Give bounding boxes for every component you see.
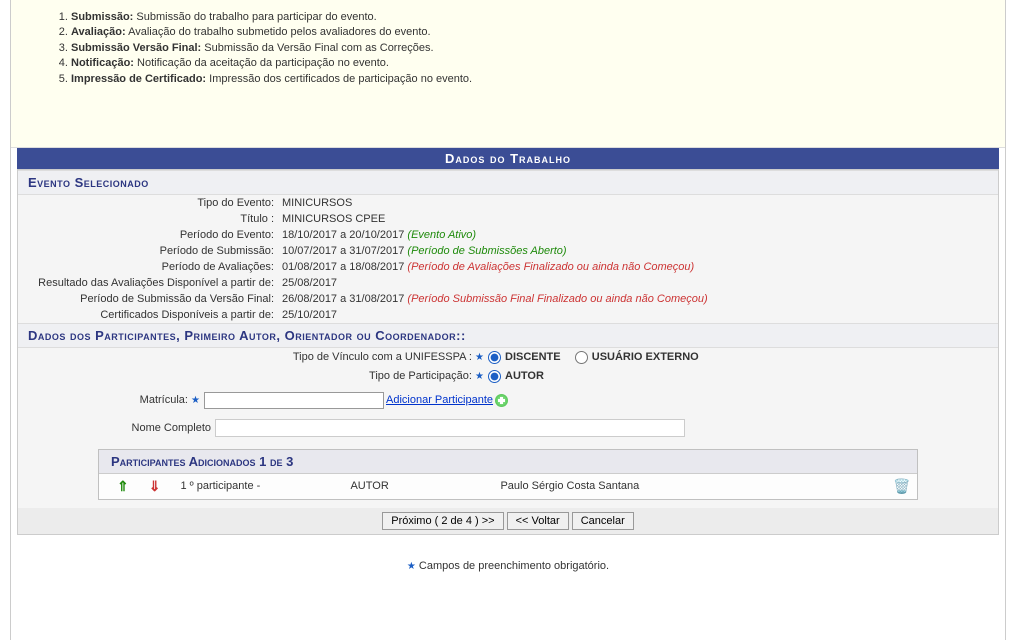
radio-label: DISCENTE [505, 351, 561, 363]
value: 25/08/2017 [278, 275, 998, 291]
evento-table: Tipo do Evento:MINICURSOS Título :MINICU… [18, 195, 998, 323]
value: 01/08/2017 a 18/08/2017 [282, 261, 404, 273]
label: Nome Completo [18, 422, 215, 434]
label: Resultado das Avaliações Disponível a pa… [18, 275, 278, 291]
steps-list: Submissão: Submissão do trabalho para pa… [71, 10, 975, 87]
label: Período de Avaliações: [18, 259, 278, 275]
next-button[interactable]: Próximo ( 2 de 4 ) >> [382, 512, 503, 530]
participant-name: Paulo Sérgio Costa Santana [500, 480, 893, 492]
radio-label: USUÁRIO EXTERNO [592, 351, 699, 363]
label: Tipo de Participação: [369, 370, 472, 382]
footer-note: ★ Campos de preenchimento obrigatório. [17, 560, 999, 572]
move-up-icon[interactable]: ⇑ [107, 478, 139, 495]
move-down-icon[interactable]: ⇓ [139, 478, 171, 495]
label: Título : [18, 211, 278, 227]
value: 25/10/2017 [278, 307, 998, 323]
back-button[interactable]: << Voltar [507, 512, 569, 530]
label: Período do Evento: [18, 227, 278, 243]
evento-header: Evento Selecionado [18, 170, 998, 195]
label: Tipo de Vínculo com a UNIFESSPA : [293, 351, 472, 363]
required-star: ★ [407, 561, 416, 572]
label: Matrícula: [140, 394, 188, 406]
required-star: ★ [475, 371, 484, 382]
matricula-input[interactable] [204, 392, 384, 409]
status-text: (Período de Submissões Aberto) [407, 245, 566, 257]
label: Certificados Disponíveis a partir de: [18, 307, 278, 323]
value: MINICURSOS CPEE [278, 211, 998, 227]
instructions-box: Submissão: Submissão do trabalho para pa… [11, 0, 1005, 148]
list-item: Avaliação: Avaliação do trabalho submeti… [71, 25, 975, 40]
button-bar: Próximo ( 2 de 4 ) >> << Voltar Cancelar [18, 508, 998, 534]
label: Tipo do Evento: [18, 195, 278, 211]
list-item: Submissão Versão Final: Submissão da Ver… [71, 41, 975, 56]
required-star: ★ [191, 395, 200, 406]
cancel-button[interactable]: Cancelar [572, 512, 634, 530]
radio-externo[interactable] [575, 351, 588, 364]
value: 18/10/2017 a 20/10/2017 [282, 229, 404, 241]
radio-autor[interactable] [488, 370, 501, 383]
trash-icon[interactable]: 🗑️ [893, 478, 909, 494]
participant-role: AUTOR [350, 480, 500, 492]
value: 10/07/2017 a 31/07/2017 [282, 245, 404, 257]
add-participant-link[interactable]: Adicionar Participante [384, 394, 508, 407]
value: MINICURSOS [278, 195, 998, 211]
radio-label: AUTOR [505, 370, 544, 382]
label: Período de Submissão da Versão Final: [18, 291, 278, 307]
status-text: (Período de Avaliações Finalizado ou ain… [407, 261, 694, 273]
required-star: ★ [475, 352, 484, 363]
added-participants-header: Participantes Adicionados 1 de 3 [99, 450, 917, 474]
participants-section-header: Dados dos Participantes, Primeiro Autor,… [18, 323, 998, 348]
page-title: Dados do Trabalho [17, 148, 999, 169]
list-item: Notificação: Notificação da aceitação da… [71, 56, 975, 71]
add-icon [495, 394, 508, 407]
nome-input[interactable] [215, 419, 685, 437]
participant-index: 1 º participante - [170, 480, 350, 492]
list-item: Impressão de Certificado: Impressão dos … [71, 72, 975, 87]
status-text: (Evento Ativo) [407, 229, 476, 241]
value: 26/08/2017 a 31/08/2017 [282, 293, 404, 305]
label: Período de Submissão: [18, 243, 278, 259]
radio-discente[interactable] [488, 351, 501, 364]
list-item: Submissão: Submissão do trabalho para pa… [71, 10, 975, 25]
table-row: ⇑ ⇓ 1 º participante - AUTOR Paulo Sérgi… [99, 474, 917, 499]
status-text: (Período Submissão Final Finalizado ou a… [407, 293, 707, 305]
